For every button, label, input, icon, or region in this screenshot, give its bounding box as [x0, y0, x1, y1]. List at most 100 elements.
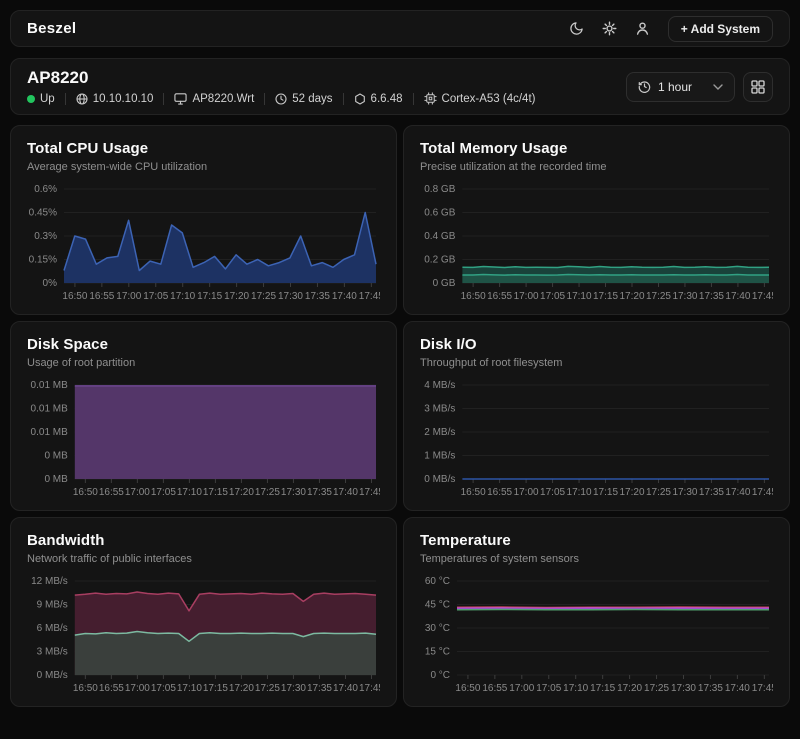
- svg-text:17:40: 17:40: [332, 291, 357, 302]
- svg-text:0%: 0%: [43, 278, 58, 289]
- svg-text:17:20: 17:20: [229, 683, 254, 694]
- ip-label: 10.10.10.10: [93, 93, 154, 105]
- svg-text:17:10: 17:10: [170, 291, 195, 302]
- svg-text:17:15: 17:15: [593, 291, 618, 302]
- user-icon[interactable]: [635, 21, 650, 36]
- disk-space-chart[interactable]: 0 MB0 MB0.01 MB0.01 MB0.01 MB16:5016:551…: [27, 377, 380, 501]
- svg-text:16:50: 16:50: [73, 487, 98, 498]
- svg-text:17:35: 17:35: [699, 487, 724, 498]
- svg-text:17:25: 17:25: [255, 487, 280, 498]
- system-controls: 1 hour: [626, 72, 773, 102]
- svg-text:0.2 GB: 0.2 GB: [424, 255, 455, 266]
- uptime-label: 52 days: [292, 93, 332, 105]
- svg-text:17:45: 17:45: [752, 683, 773, 694]
- svg-text:17:35: 17:35: [307, 683, 332, 694]
- divider: [65, 93, 66, 105]
- status-dot-icon: [27, 95, 35, 103]
- svg-text:17:20: 17:20: [617, 683, 642, 694]
- time-range-select[interactable]: 1 hour: [626, 72, 735, 102]
- svg-text:16:50: 16:50: [73, 683, 98, 694]
- version-label: 6.6.48: [371, 93, 403, 105]
- svg-text:17:05: 17:05: [536, 683, 561, 694]
- settings-gear-icon[interactable]: [602, 21, 617, 36]
- cpu-usage-chart[interactable]: 0%0.15%0.3%0.45%0.6%16:5016:5517:0017:05…: [27, 181, 380, 305]
- svg-text:2 MB/s: 2 MB/s: [424, 427, 455, 438]
- svg-text:17:15: 17:15: [593, 487, 618, 498]
- svg-text:0 MB/s: 0 MB/s: [37, 670, 68, 681]
- card-subtitle: Throughput of root filesystem: [420, 357, 773, 369]
- svg-text:0.45%: 0.45%: [29, 208, 57, 219]
- time-range-value: 1 hour: [658, 80, 692, 94]
- svg-text:17:00: 17:00: [514, 291, 539, 302]
- svg-text:17:45: 17:45: [359, 291, 380, 302]
- card-subtitle: Precise utilization at the recorded time: [420, 161, 773, 173]
- card-subtitle: Temperatures of system sensors: [420, 553, 773, 565]
- chart-card-disk-space: Disk Space Usage of root partition 0 MB0…: [10, 321, 397, 511]
- divider: [264, 93, 265, 105]
- card-subtitle: Average system-wide CPU utilization: [27, 161, 380, 173]
- status-badge: Up: [27, 93, 55, 105]
- chart-layout-grid-button[interactable]: [743, 72, 773, 102]
- memory-usage-chart[interactable]: 0 GB0.2 GB0.4 GB0.6 GB0.8 GB16:5016:5517…: [420, 181, 773, 305]
- svg-text:3 MB/s: 3 MB/s: [37, 647, 68, 658]
- card-title: Total CPU Usage: [27, 140, 380, 157]
- svg-text:16:55: 16:55: [99, 683, 124, 694]
- svg-text:17:05: 17:05: [540, 487, 565, 498]
- system-hostname: AP8220.Wrt: [174, 92, 254, 105]
- svg-text:16:55: 16:55: [89, 291, 114, 302]
- svg-text:17:45: 17:45: [752, 487, 773, 498]
- nav-actions: + Add System: [569, 16, 773, 42]
- divider: [343, 93, 344, 105]
- svg-text:17:35: 17:35: [305, 291, 330, 302]
- divider: [413, 93, 414, 105]
- agent-version: 6.6.48: [354, 93, 403, 105]
- temperature-chart[interactable]: 0 °C15 °C30 °C45 °C60 °C16:5016:5517:001…: [420, 573, 773, 697]
- theme-toggle-moon-icon[interactable]: [569, 21, 584, 36]
- svg-text:17:05: 17:05: [151, 683, 176, 694]
- card-title: Total Memory Usage: [420, 140, 773, 157]
- svg-text:17:45: 17:45: [752, 291, 773, 302]
- svg-text:17:15: 17:15: [590, 683, 615, 694]
- svg-text:16:55: 16:55: [487, 487, 512, 498]
- chevron-down-icon: [713, 84, 723, 90]
- svg-text:30 °C: 30 °C: [425, 623, 450, 634]
- svg-text:0 MB/s: 0 MB/s: [424, 474, 455, 485]
- svg-text:1 MB/s: 1 MB/s: [424, 451, 455, 462]
- svg-text:17:30: 17:30: [281, 683, 306, 694]
- svg-text:0.01 MB: 0.01 MB: [31, 427, 69, 438]
- svg-text:3 MB/s: 3 MB/s: [424, 404, 455, 415]
- chart-card-bandwidth: Bandwidth Network traffic of public inte…: [10, 517, 397, 707]
- svg-text:17:35: 17:35: [307, 487, 332, 498]
- svg-text:17:10: 17:10: [567, 291, 592, 302]
- bandwidth-chart[interactable]: 0 MB/s3 MB/s6 MB/s9 MB/s12 MB/s16:5016:5…: [27, 573, 380, 697]
- svg-text:0.8 GB: 0.8 GB: [424, 184, 455, 195]
- svg-text:17:20: 17:20: [619, 487, 644, 498]
- svg-text:17:05: 17:05: [540, 291, 565, 302]
- add-system-button[interactable]: + Add System: [668, 16, 773, 42]
- svg-text:17:35: 17:35: [698, 683, 723, 694]
- svg-text:16:50: 16:50: [461, 487, 486, 498]
- app-logo[interactable]: Beszel: [27, 20, 76, 37]
- svg-text:17:40: 17:40: [725, 487, 750, 498]
- card-title: Bandwidth: [27, 532, 380, 549]
- svg-text:17:15: 17:15: [203, 683, 228, 694]
- svg-text:17:25: 17:25: [646, 291, 671, 302]
- svg-text:17:30: 17:30: [278, 291, 303, 302]
- globe-icon: [76, 93, 88, 105]
- svg-text:17:05: 17:05: [151, 487, 176, 498]
- divider: [163, 93, 164, 105]
- svg-text:17:25: 17:25: [644, 683, 669, 694]
- svg-text:17:10: 17:10: [563, 683, 588, 694]
- disk-io-chart[interactable]: 0 MB/s1 MB/s2 MB/s3 MB/s4 MB/s16:5016:55…: [420, 377, 773, 501]
- svg-text:9 MB/s: 9 MB/s: [37, 600, 68, 611]
- svg-text:17:20: 17:20: [229, 487, 254, 498]
- hostname-label: AP8220.Wrt: [192, 93, 254, 105]
- svg-text:17:00: 17:00: [125, 487, 150, 498]
- svg-text:0.15%: 0.15%: [29, 255, 57, 266]
- card-title: Temperature: [420, 532, 773, 549]
- svg-text:16:50: 16:50: [455, 683, 480, 694]
- system-summary-card: AP8220 Up 10.10.10.10 AP8220.Wrt: [10, 58, 790, 115]
- svg-text:0 °C: 0 °C: [430, 670, 450, 681]
- svg-text:17:25: 17:25: [255, 683, 280, 694]
- card-title: Disk I/O: [420, 336, 773, 353]
